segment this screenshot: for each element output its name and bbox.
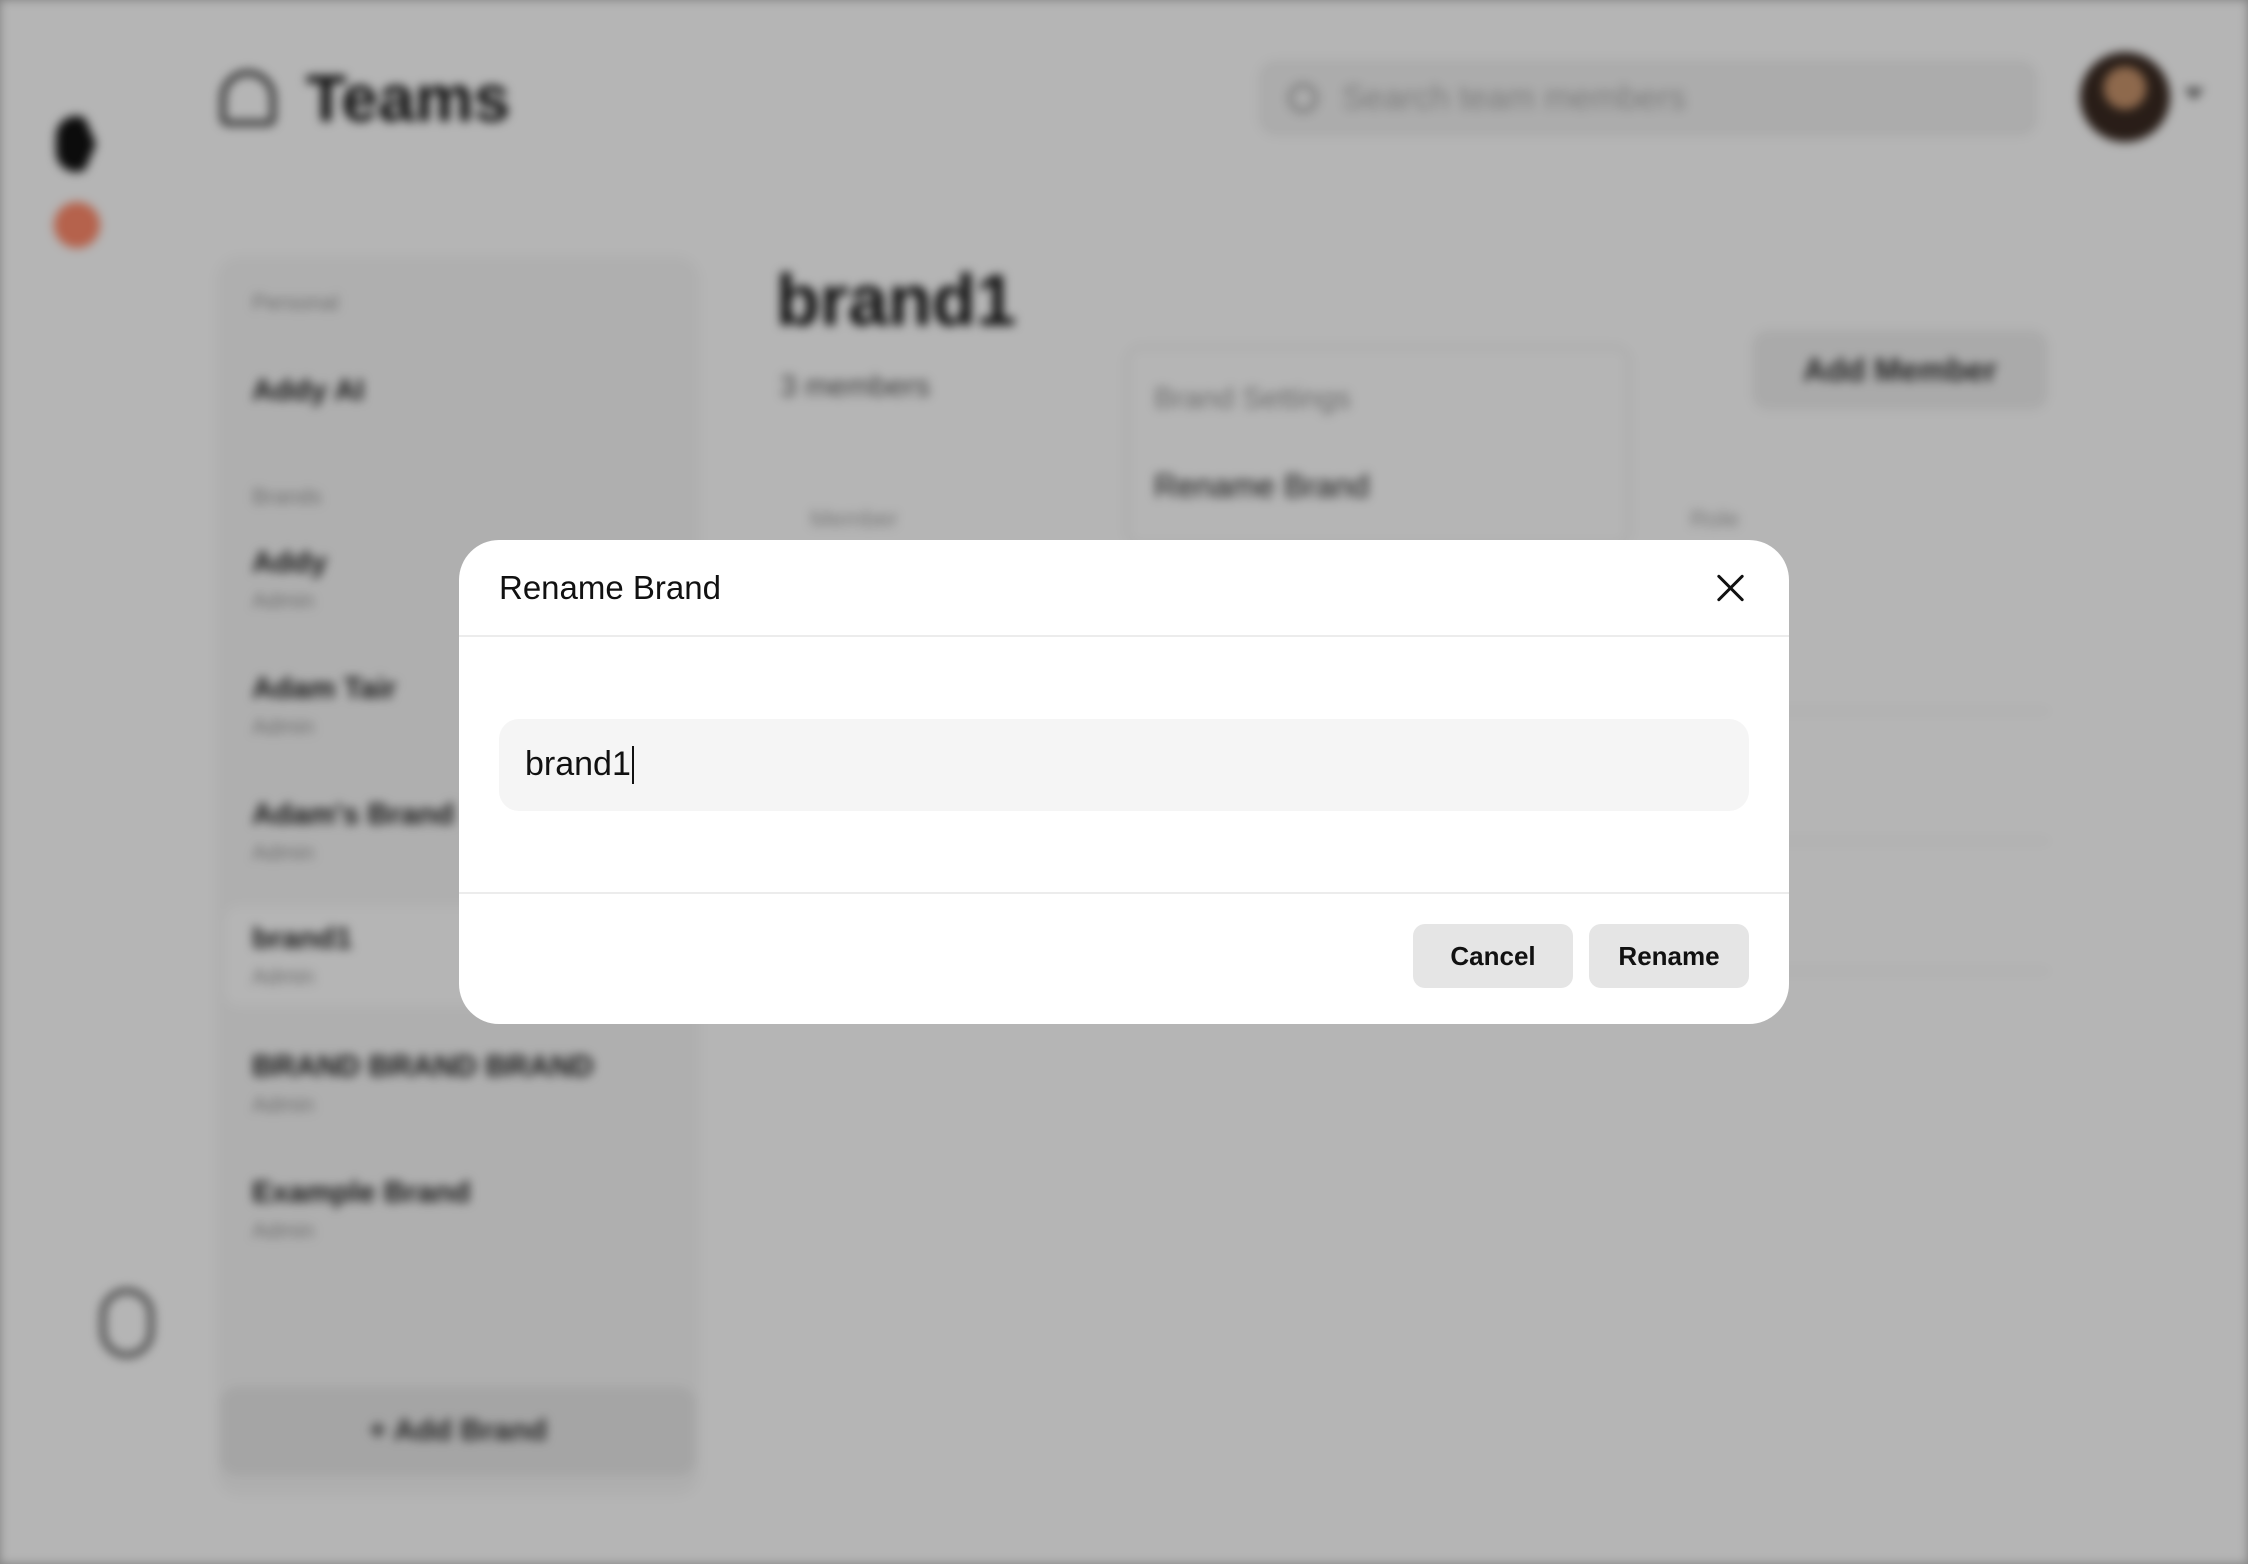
rename-brand-dialog: Rename Brand brand1 Cancel Rename: [459, 540, 1789, 1024]
dialog-footer: Cancel Rename: [459, 892, 1789, 1022]
dialog-header: Rename Brand: [459, 540, 1789, 637]
close-icon[interactable]: [1713, 570, 1749, 606]
brand-name-input[interactable]: brand1: [499, 718, 1749, 811]
text-caret: [631, 745, 634, 784]
dialog-body: brand1: [459, 637, 1789, 892]
rename-button[interactable]: Rename: [1589, 924, 1749, 988]
dialog-title: Rename Brand: [499, 568, 721, 606]
cancel-button[interactable]: Cancel: [1413, 924, 1573, 988]
brand-name-value: brand1: [525, 745, 631, 783]
